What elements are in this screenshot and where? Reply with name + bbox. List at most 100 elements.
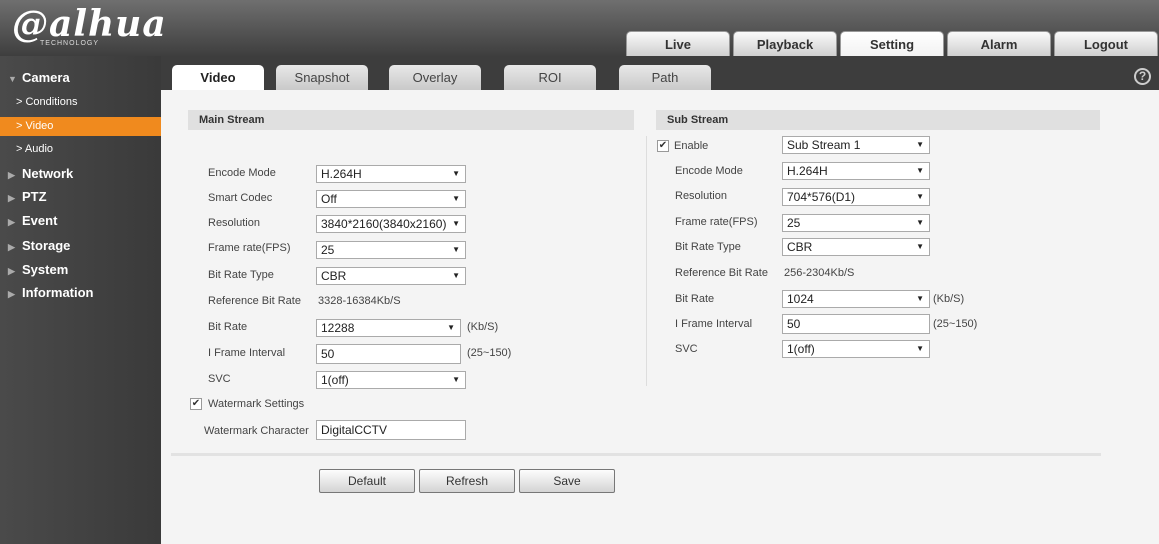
sidebar-item-network[interactable]: ▶ Network xyxy=(8,164,73,184)
sub-bit-rate-select[interactable]: 1024 ▼ xyxy=(782,290,930,308)
sidebar-item-label: Storage xyxy=(22,238,71,253)
sub-stream-select[interactable]: Sub Stream 1 ▼ xyxy=(782,136,930,154)
main-stream-header: Main Stream xyxy=(188,110,634,130)
sub-resolution-label: Resolution xyxy=(675,190,727,202)
select-value: 12288 xyxy=(321,321,355,335)
ref-bit-rate-label: Reference Bit Rate xyxy=(208,295,301,307)
frame-rate-select[interactable]: 25 ▼ xyxy=(316,241,466,259)
tab-live[interactable]: Live xyxy=(626,31,730,56)
resolution-label: Resolution xyxy=(208,217,260,229)
sub-stream-header: Sub Stream xyxy=(656,110,1100,130)
sidebar-sub-conditions[interactable]: > Conditions xyxy=(0,93,161,112)
iframe-range: (25~150) xyxy=(467,347,512,359)
dropdown-arrow-icon: ▼ xyxy=(452,271,460,280)
watermark-label: Watermark Settings xyxy=(208,398,305,410)
refresh-button[interactable]: Refresh xyxy=(419,469,515,493)
sidebar-item-label: Network xyxy=(22,166,74,181)
sidebar-item-label: System xyxy=(22,262,69,277)
sub-ref-bit-rate-label: Reference Bit Rate xyxy=(675,267,768,279)
sub-encode-mode-select[interactable]: H.264H ▼ xyxy=(782,162,930,180)
triangle-right-icon: ▶ xyxy=(8,170,15,180)
sidebar-sub-video[interactable]: > Video xyxy=(0,117,161,136)
select-value: 704*576(D1) xyxy=(787,190,856,204)
select-value: H.264H xyxy=(321,167,362,181)
logo-subtitle: TECHNOLOGY xyxy=(40,40,100,47)
select-value: Sub Stream 1 xyxy=(787,138,861,152)
triangle-right-icon: ▶ xyxy=(8,289,15,299)
sidebar-sub-audio[interactable]: > Audio xyxy=(0,140,161,159)
sidebar-item-ptz[interactable]: ▶ PTZ xyxy=(8,187,47,207)
tab-alarm[interactable]: Alarm xyxy=(947,31,1051,56)
encode-mode-select[interactable]: H.264H ▼ xyxy=(316,165,466,183)
sidebar-item-label: Camera xyxy=(22,70,70,85)
sidebar-item-storage[interactable]: ▶ Storage xyxy=(8,236,70,256)
dropdown-arrow-icon: ▼ xyxy=(916,166,924,175)
save-button[interactable]: Save xyxy=(519,469,615,493)
tab-playback[interactable]: Playback xyxy=(733,31,837,56)
iframe-input[interactable]: 50 xyxy=(316,344,461,364)
bit-rate-type-select[interactable]: CBR ▼ xyxy=(316,267,466,285)
sidebar-item-label: PTZ xyxy=(22,189,47,204)
sidebar-item-system[interactable]: ▶ System xyxy=(8,260,68,280)
dropdown-arrow-icon: ▼ xyxy=(452,375,460,384)
tab-overlay[interactable]: Overlay xyxy=(389,65,481,90)
watermark-checkbox[interactable]: ✔ xyxy=(190,398,202,410)
smart-codec-select[interactable]: Off ▼ xyxy=(316,190,466,208)
select-value: CBR xyxy=(787,240,813,254)
sub-iframe-range: (25~150) xyxy=(933,318,978,330)
watermark-char-input[interactable]: DigitalCCTV xyxy=(316,420,466,440)
help-icon[interactable]: ? xyxy=(1134,68,1151,85)
select-value: CBR xyxy=(321,269,347,283)
bit-rate-select[interactable]: 12288 ▼ xyxy=(316,319,461,337)
bit-rate-type-label: Bit Rate Type xyxy=(208,269,274,281)
dropdown-arrow-icon: ▼ xyxy=(916,344,924,353)
sub-svc-select[interactable]: 1(off) ▼ xyxy=(782,340,930,358)
tab-roi[interactable]: ROI xyxy=(504,65,596,90)
brand-logo: @alhua xyxy=(12,3,167,45)
dropdown-arrow-icon: ▼ xyxy=(916,294,924,303)
bit-rate-unit: (Kb/S) xyxy=(467,321,499,333)
resolution-select[interactable]: 3840*2160(3840x2160) ▼ xyxy=(316,215,466,233)
sidebar-sub-label: Audio xyxy=(24,143,54,155)
sidebar-item-camera[interactable]: ▼ Camera xyxy=(8,68,70,88)
sub-iframe-input[interactable]: 50 xyxy=(782,314,930,334)
tab-setting[interactable]: Setting xyxy=(840,31,944,56)
subtab-bar: Video Snapshot Overlay ROI Path ? xyxy=(161,56,1159,90)
select-value: H.264H xyxy=(787,164,828,178)
top-header: @alhua TECHNOLOGY Live Playback Setting … xyxy=(0,0,1159,56)
dropdown-arrow-icon: ▼ xyxy=(916,242,924,251)
enable-checkbox[interactable]: ✔ xyxy=(657,140,669,152)
tab-path[interactable]: Path xyxy=(619,65,711,90)
select-value: 25 xyxy=(321,243,335,257)
sub-frame-rate-select[interactable]: 25 ▼ xyxy=(782,214,930,232)
default-button[interactable]: Default xyxy=(319,469,415,493)
tab-snapshot[interactable]: Snapshot xyxy=(276,65,368,90)
select-value: 1(off) xyxy=(787,342,815,356)
triangle-right-icon: ▶ xyxy=(8,266,15,276)
smart-codec-label: Smart Codec xyxy=(208,192,273,204)
triangle-down-icon: ▼ xyxy=(8,74,17,84)
select-value: Off xyxy=(321,192,337,206)
sub-bit-rate-type-select[interactable]: CBR ▼ xyxy=(782,238,930,256)
dropdown-arrow-icon: ▼ xyxy=(916,140,924,149)
svc-select[interactable]: 1(off) ▼ xyxy=(316,371,466,389)
sidebar-item-label: Event xyxy=(22,213,58,228)
select-value: 3840*2160(3840x2160) xyxy=(321,217,447,231)
enable-label: Enable xyxy=(674,140,709,152)
tab-logout[interactable]: Logout xyxy=(1054,31,1158,56)
sub-svc-label: SVC xyxy=(675,343,698,355)
triangle-right-icon: ▶ xyxy=(8,217,15,227)
sub-frame-rate-label: Frame rate(FPS) xyxy=(675,216,758,228)
sub-resolution-select[interactable]: 704*576(D1) ▼ xyxy=(782,188,930,206)
sidebar-item-information[interactable]: ▶ Information xyxy=(8,283,94,303)
select-value: 1(off) xyxy=(321,373,349,387)
tab-video[interactable]: Video xyxy=(172,65,264,90)
iframe-label: I Frame Interval xyxy=(208,347,286,359)
column-divider xyxy=(646,136,647,386)
select-value: 25 xyxy=(787,216,801,230)
sub-bit-rate-type-label: Bit Rate Type xyxy=(675,241,741,253)
dropdown-arrow-icon: ▼ xyxy=(916,192,924,201)
sub-ref-bit-rate-value: 256-2304Kb/S xyxy=(784,267,855,279)
sidebar-item-event[interactable]: ▶ Event xyxy=(8,211,57,231)
dropdown-arrow-icon: ▼ xyxy=(452,169,460,178)
